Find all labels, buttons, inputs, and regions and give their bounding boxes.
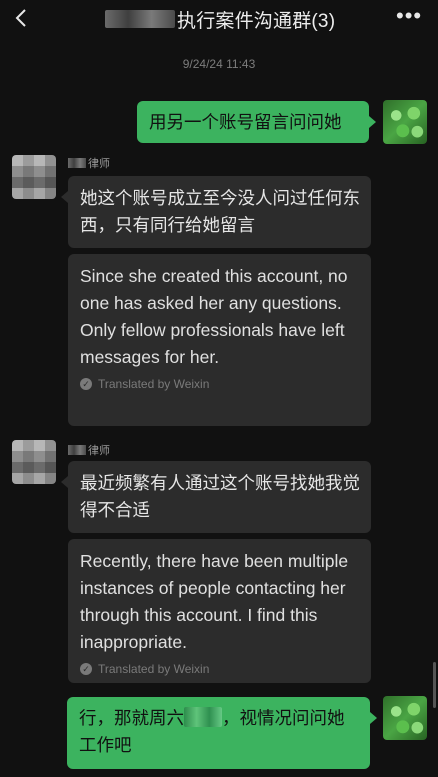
bubble-tail (61, 476, 68, 488)
more-dots-icon: ••• (396, 3, 423, 28)
check-circle-icon: ✓ (80, 378, 92, 390)
translated-by-label: ✓ Translated by Weixin (80, 377, 361, 391)
my-avatar[interactable] (383, 100, 427, 144)
my-message-bubble[interactable]: 行，那就周六 ，视情况问问她工作吧 (67, 697, 370, 769)
translation-text: Since she created this account, no one h… (80, 266, 348, 367)
back-button[interactable] (10, 6, 34, 30)
translation-card[interactable]: Recently, there have been multiple insta… (68, 539, 371, 683)
sender-suffix: 律师 (88, 445, 110, 457)
their-message-bubble[interactable]: 最近频繁有人通过这个账号找她我觉得不合适 (68, 461, 371, 533)
translated-by-label: ✓ Translated by Weixin (80, 662, 361, 676)
message-text: 她这个账号成立至今没人问过任何东西，只有同行给她留言 (80, 188, 360, 235)
redacted-sender (68, 445, 86, 455)
check-circle-icon: ✓ (80, 663, 92, 675)
sender-avatar[interactable] (12, 440, 56, 484)
message-text-before: 行，那就周六 (79, 708, 184, 728)
message-text: 最近频繁有人通过这个账号找她我觉得不合适 (80, 473, 360, 520)
message-text: 用另一个账号留言问问她 (149, 112, 342, 132)
redacted-sender (68, 158, 86, 168)
redacted-text (184, 707, 222, 727)
translation-card[interactable]: Since she created this account, no one h… (68, 254, 371, 426)
more-options-button[interactable]: ••• (396, 3, 423, 30)
sender-name: 律师 (68, 442, 110, 458)
chat-header: 执行案件沟通群(3) ••• (0, 0, 438, 40)
their-message-bubble[interactable]: 她这个账号成立至今没人问过任何东西，只有同行给她留言 (68, 176, 371, 248)
group-title: 执行案件沟通群(3) (177, 10, 336, 32)
my-avatar[interactable] (383, 696, 427, 740)
bubble-tail (370, 712, 377, 724)
redacted-name (105, 10, 175, 28)
translated-by-text: Translated by Weixin (98, 662, 210, 676)
chat-title: 执行案件沟通群(3) (105, 7, 336, 32)
translation-text: Recently, there have been multiple insta… (80, 551, 349, 652)
my-message-bubble[interactable]: 用另一个账号留言问问她 (137, 101, 369, 143)
scrollbar[interactable] (433, 662, 436, 708)
bubble-tail (61, 191, 68, 203)
sender-suffix: 律师 (88, 158, 110, 170)
chevron-left-icon (15, 9, 26, 27)
bubble-tail (369, 116, 376, 128)
sender-avatar[interactable] (12, 155, 56, 199)
sender-name: 律师 (68, 155, 110, 171)
translated-by-text: Translated by Weixin (98, 377, 210, 391)
message-timestamp: 9/24/24 11:43 (182, 57, 256, 71)
